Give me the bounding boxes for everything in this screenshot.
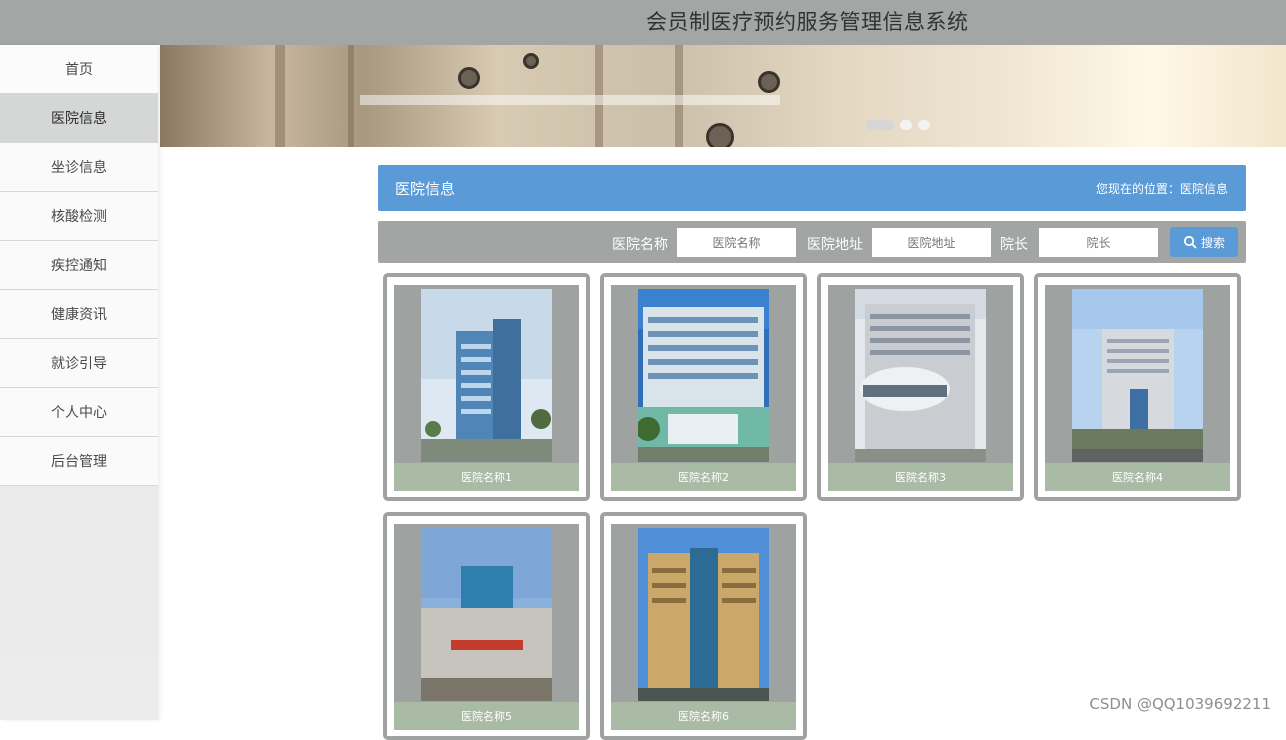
hospital-image xyxy=(421,528,552,701)
app-title: 会员制医疗预约服务管理信息系统 xyxy=(646,6,969,36)
hospital-card[interactable]: 医院名称1 xyxy=(383,273,590,501)
sidebar-item-health-news[interactable]: 健康资讯 xyxy=(0,290,158,339)
hospital-address-label: 医院地址 xyxy=(807,234,863,254)
hospital-name: 医院名称3 xyxy=(828,463,1013,491)
hospital-card[interactable]: 医院名称3 xyxy=(817,273,1024,501)
hospital-image xyxy=(638,528,769,701)
sidebar-item-visit-guide[interactable]: 就诊引导 xyxy=(0,339,158,388)
hospital-image xyxy=(638,289,769,462)
sidebar-item-hospital-info[interactable]: 医院信息 xyxy=(0,94,158,143)
hospital-image xyxy=(855,289,986,462)
sidebar-item-clinic-info[interactable]: 坐诊信息 xyxy=(0,143,158,192)
sidebar-item-nucleic-test[interactable]: 核酸检测 xyxy=(0,192,158,241)
sidebar: 首页 医院信息 坐诊信息 核酸检测 疾控通知 健康资讯 就诊引导 个人中心 后台… xyxy=(0,45,158,720)
search-icon xyxy=(1183,235,1197,249)
hospital-name-label: 医院名称 xyxy=(612,234,668,254)
sidebar-item-admin[interactable]: 后台管理 xyxy=(0,437,158,486)
hospital-name-input[interactable] xyxy=(677,228,796,257)
hospital-card[interactable]: 医院名称2 xyxy=(600,273,807,501)
search-button-label: 搜索 xyxy=(1201,234,1225,251)
banner-image-detail xyxy=(458,67,480,89)
sidebar-item-personal-center[interactable]: 个人中心 xyxy=(0,388,158,437)
search-bar: 医院名称 医院地址 院长 搜索 xyxy=(378,221,1246,263)
hospital-name: 医院名称6 xyxy=(611,702,796,730)
breadcrumb: 您现在的位置：医院信息 xyxy=(1096,180,1228,197)
hospital-name: 医院名称5 xyxy=(394,702,579,730)
hospital-name: 医院名称2 xyxy=(611,463,796,491)
section-title: 医院信息 xyxy=(395,178,455,199)
carousel-dot-1[interactable] xyxy=(866,120,894,130)
search-button[interactable]: 搜索 xyxy=(1170,227,1238,257)
section-header: 医院信息 您现在的位置：医院信息 xyxy=(378,165,1246,211)
hospital-image xyxy=(421,289,552,462)
hospital-image xyxy=(1072,289,1203,462)
top-bar: 会员制医疗预约服务管理信息系统 xyxy=(0,0,1286,45)
hospital-card[interactable]: 医院名称6 xyxy=(600,512,807,740)
sidebar-item-home[interactable]: 首页 xyxy=(0,45,158,94)
director-label: 院长 xyxy=(1000,234,1028,254)
director-input[interactable] xyxy=(1039,228,1158,257)
carousel-dots xyxy=(866,120,930,130)
hospital-name: 医院名称1 xyxy=(394,463,579,491)
hospital-card[interactable]: 医院名称5 xyxy=(383,512,590,740)
hospital-name: 医院名称4 xyxy=(1045,463,1230,491)
banner-carousel[interactable] xyxy=(160,45,1286,147)
carousel-dot-2[interactable] xyxy=(900,120,912,130)
hospital-card[interactable]: 医院名称4 xyxy=(1034,273,1241,501)
carousel-dot-3[interactable] xyxy=(918,120,930,130)
watermark: CSDN @QQ1039692211 xyxy=(1089,695,1271,713)
sidebar-item-cdc-notice[interactable]: 疾控通知 xyxy=(0,241,158,290)
hospital-address-input[interactable] xyxy=(872,228,991,257)
